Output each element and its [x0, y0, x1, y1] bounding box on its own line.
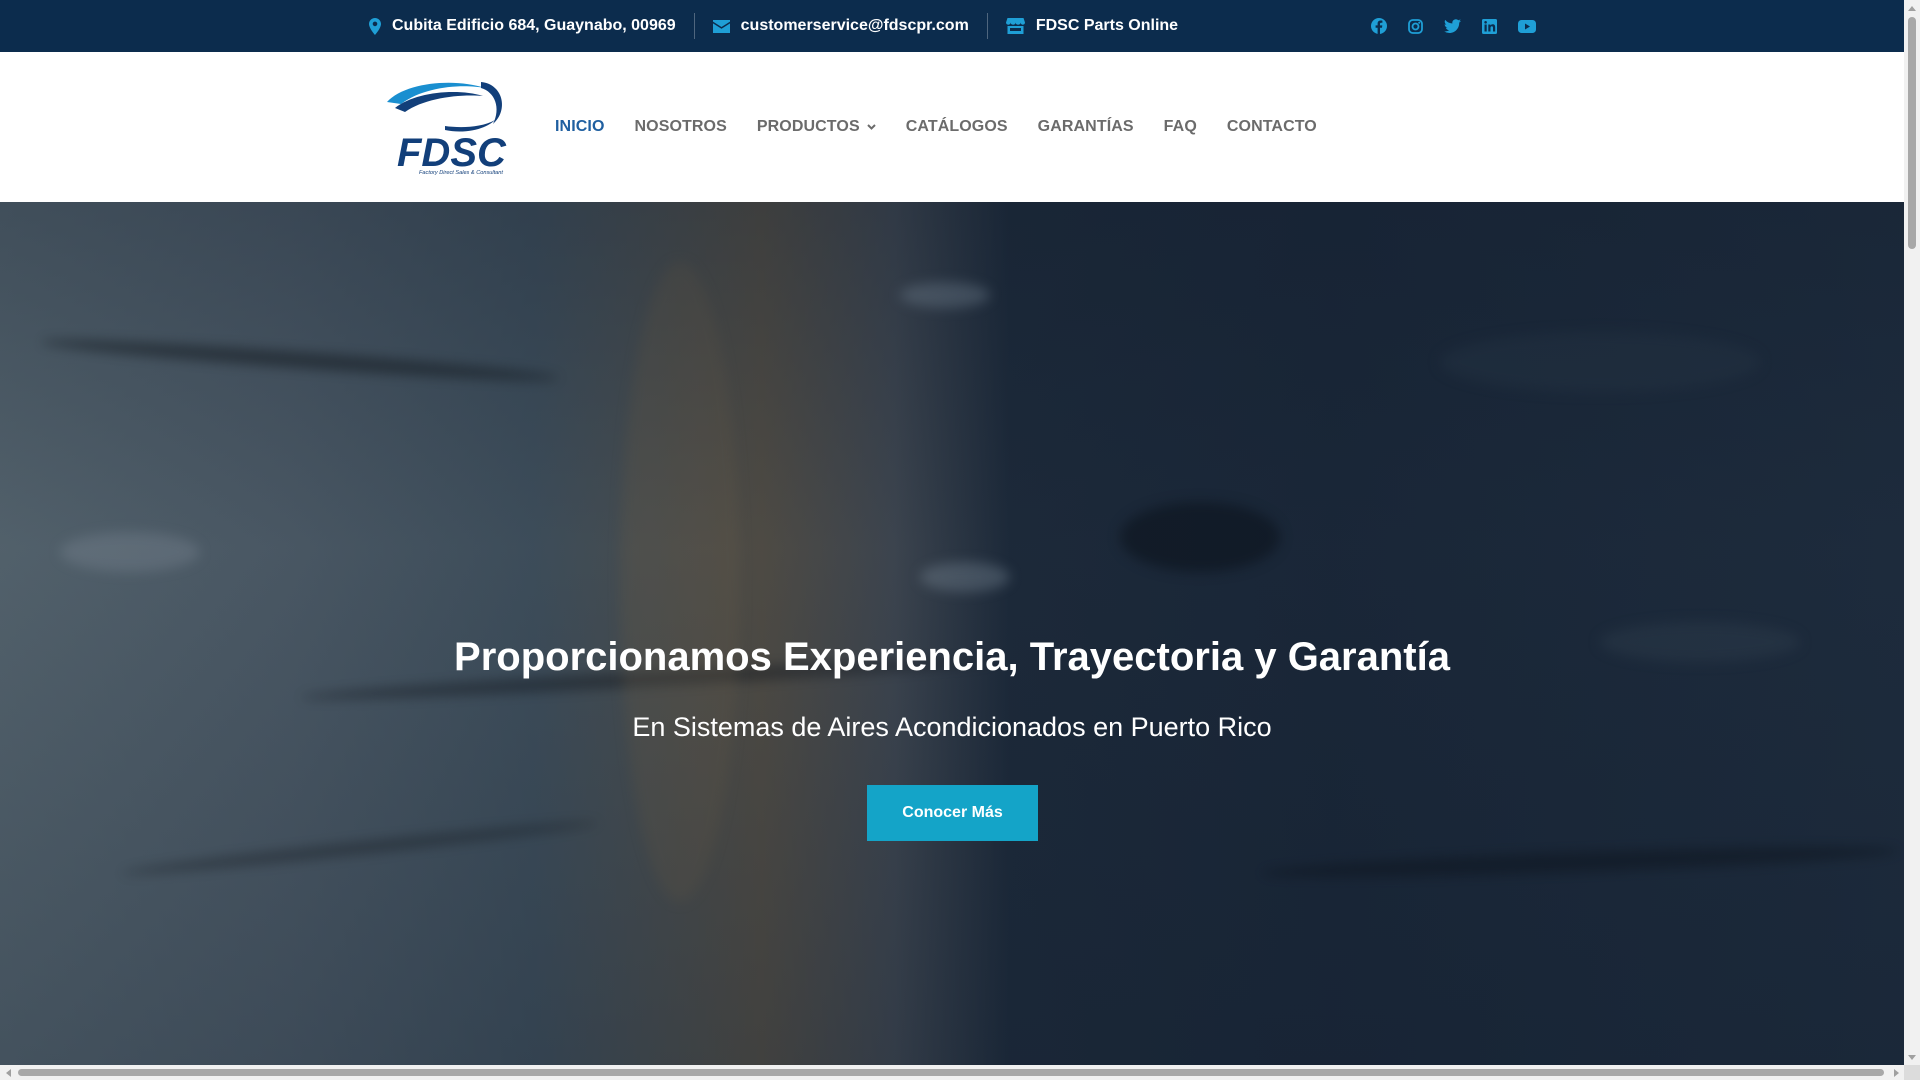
scroll-right-arrow-icon[interactable]: [1888, 1065, 1904, 1080]
instagram-icon: [1408, 18, 1423, 34]
nav-item-label: GARANTÍAS: [1037, 118, 1134, 135]
hero-background-image: [0, 202, 1904, 1065]
horizontal-scrollbar[interactable]: [0, 1065, 1904, 1080]
horizontal-scroll-thumb[interactable]: [18, 1069, 1884, 1076]
twitter-link[interactable]: [1434, 0, 1471, 52]
linkedin-link[interactable]: [1471, 0, 1508, 52]
fdsc-logo[interactable]: FDSC Factory Direct Sales & Consultant: [385, 74, 515, 176]
nav-item-label: CATÁLOGOS: [905, 118, 1008, 135]
nav-item-productos[interactable]: PRODUCTOS: [742, 118, 891, 136]
nav-item-label: CONTACTO: [1226, 118, 1317, 135]
map-pin-icon: [369, 17, 381, 35]
contact-info-bar: Cubita Edificio 684, Guaynabo, 00969 cus…: [369, 0, 1178, 52]
svg-text:FDSC: FDSC: [397, 131, 507, 175]
main-navigation: INICIO NOSOTROS PRODUCTOS CATÁLOGOS GARA…: [540, 52, 1332, 202]
envelope-icon: [712, 19, 730, 33]
hero-banner: Proporcionamos Experiencia, Trayectoria …: [0, 202, 1904, 1065]
nav-item-label: NOSOTROS: [634, 118, 727, 135]
scrollbar-corner: [1904, 1065, 1920, 1080]
address-text: Cubita Edificio 684, Guaynabo, 00969: [392, 17, 676, 34]
facebook-link[interactable]: [1360, 0, 1397, 52]
svg-text:Factory Direct Sales & Consult: Factory Direct Sales & Consultant: [419, 170, 503, 176]
email-text: customerservice@fdscpr.com: [740, 17, 969, 34]
store-icon: [1005, 18, 1025, 34]
social-links: [1360, 0, 1545, 52]
nav-item-label: PRODUCTOS: [756, 118, 860, 135]
instagram-link[interactable]: [1397, 0, 1434, 52]
facebook-icon: [1370, 18, 1387, 34]
nav-item-nosotros[interactable]: NOSOTROS: [620, 118, 742, 136]
nav-item-inicio[interactable]: INICIO: [540, 118, 620, 136]
nav-item-faq[interactable]: FAQ: [1149, 118, 1212, 136]
top-bar: Cubita Edificio 684, Guaynabo, 00969 cus…: [0, 0, 1904, 52]
topbar-divider: [986, 13, 988, 39]
linkedin-icon: [1482, 18, 1497, 34]
vertical-scroll-thumb[interactable]: [1908, 17, 1916, 249]
scroll-up-arrow-icon[interactable]: [1904, 0, 1920, 16]
nav-item-garantias[interactable]: GARANTÍAS: [1023, 118, 1149, 136]
address-link[interactable]: Cubita Edificio 684, Guaynabo, 00969: [369, 17, 676, 35]
fdsc-logo-mark: FDSC Factory Direct Sales & Consultant: [387, 82, 507, 176]
youtube-icon: [1517, 19, 1536, 33]
conocer-mas-button[interactable]: Conocer Más: [867, 785, 1038, 841]
scroll-down-arrow-icon[interactable]: [1904, 1049, 1920, 1065]
chevron-down-icon: [867, 124, 876, 130]
nav-item-label: INICIO: [555, 118, 605, 135]
site-header: FDSC Factory Direct Sales & Consultant I…: [0, 52, 1904, 202]
scroll-left-arrow-icon[interactable]: [0, 1065, 16, 1080]
nav-item-label: FAQ: [1163, 118, 1197, 135]
topbar-divider: [693, 13, 695, 39]
nav-item-catalogos[interactable]: CATÁLOGOS: [891, 118, 1023, 136]
store-text: FDSC Parts Online: [1035, 17, 1179, 34]
nav-item-contacto[interactable]: CONTACTO: [1212, 118, 1332, 136]
parts-online-link[interactable]: FDSC Parts Online: [1005, 17, 1179, 35]
vertical-scrollbar[interactable]: [1904, 0, 1920, 1065]
youtube-link[interactable]: [1508, 0, 1545, 52]
hero-subtitle: En Sistemas de Aires Acondicionados en P…: [632, 712, 1272, 742]
hero-title: Proporcionamos Experiencia, Trayectoria …: [454, 635, 1450, 679]
email-link[interactable]: customerservice@fdscpr.com: [712, 17, 969, 35]
twitter-icon: [1444, 19, 1461, 33]
